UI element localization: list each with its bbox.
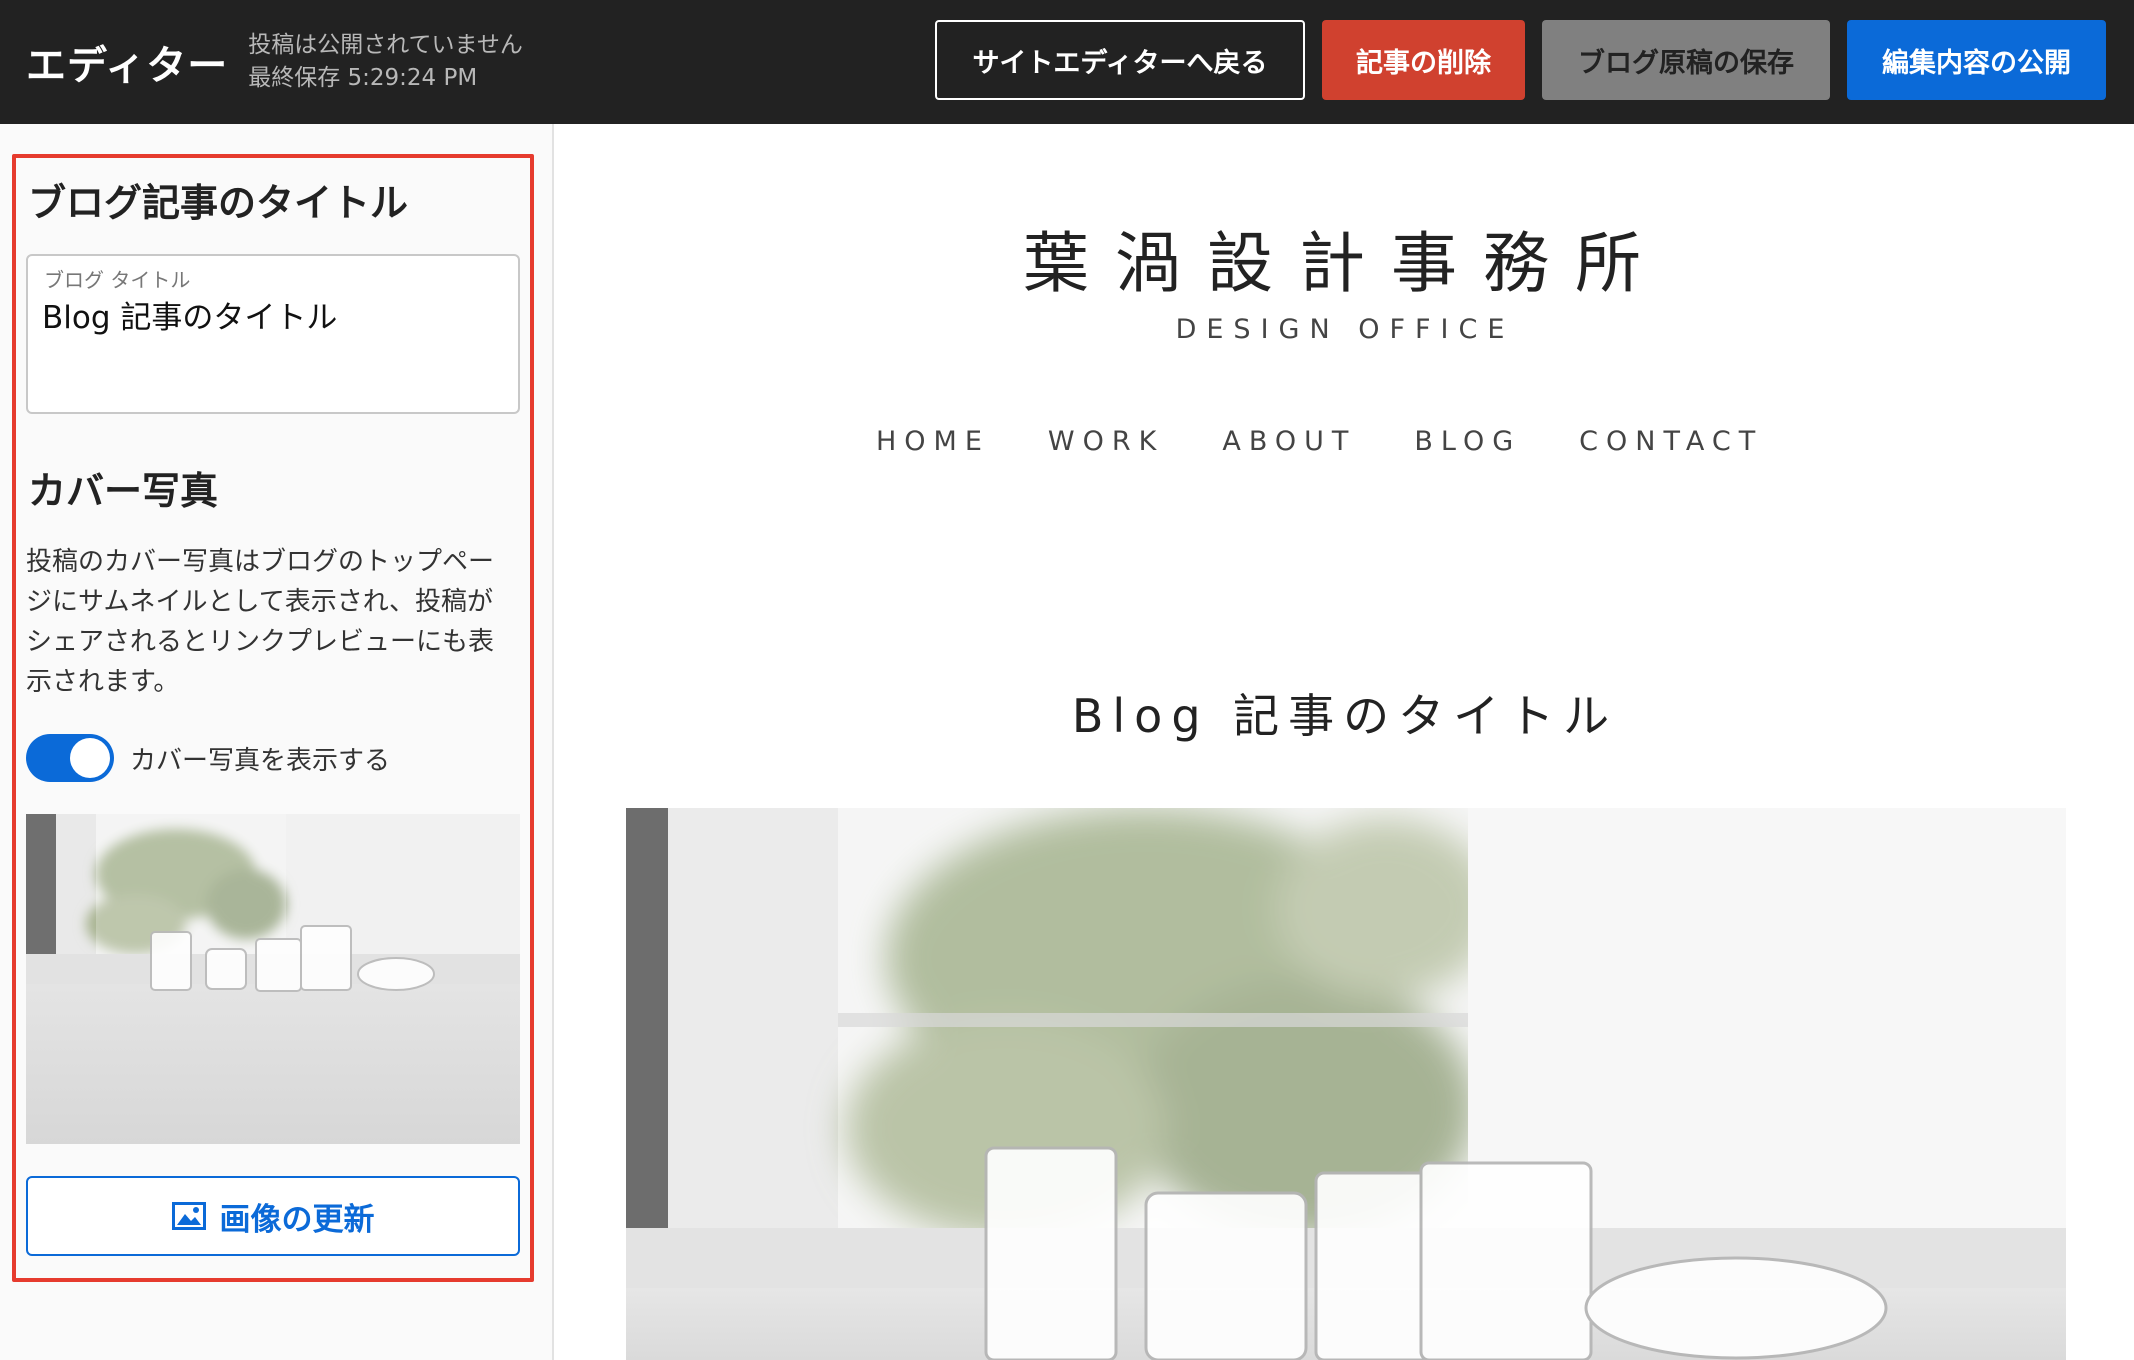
show-cover-toggle[interactable] — [26, 734, 114, 782]
show-cover-label: カバー写真を表示する — [130, 746, 391, 776]
toggle-knob — [70, 738, 110, 778]
nav-item-contact[interactable]: CONTACT — [1579, 426, 1763, 457]
save-draft-button[interactable]: ブログ原稿の保存 — [1542, 20, 1830, 100]
update-image-label: 画像の更新 — [219, 1201, 375, 1238]
cover-image — [626, 808, 2066, 1360]
editor-sidebar: ブログ記事のタイトル ブログ タイトル Blog 記事のタイトル カバー写真 投… — [0, 124, 554, 1360]
app-title: エディター — [26, 43, 229, 89]
nav-item-work[interactable]: WORK — [1048, 426, 1164, 457]
blog-title-field-value[interactable]: Blog 記事のタイトル — [42, 292, 337, 337]
blog-title-input[interactable]: ブログ タイトル Blog 記事のタイトル — [26, 254, 520, 414]
cover-thumbnail — [26, 814, 520, 1144]
publish-button[interactable]: 編集内容の公開 — [1847, 20, 2106, 100]
nav-item-blog[interactable]: BLOG — [1414, 426, 1521, 457]
cover-description: 投稿のカバー写真はブログのトップページにサムネイルとして表示され、投稿がシェアさ… — [26, 547, 495, 697]
save-status: 投稿は公開されていません 最終保存 5:29:24 PM — [248, 29, 523, 95]
site-name: 葉渦設計事務所 — [1023, 225, 1667, 302]
site-preview: 葉渦設計事務所 DESIGN OFFICE HOME WORK ABOUT BL… — [556, 124, 2134, 1360]
blog-title-field-label: ブログ タイトル — [44, 268, 191, 292]
back-to-site-editor-button[interactable]: サイトエディターへ戻る — [935, 20, 1305, 100]
nav-item-about[interactable]: ABOUT — [1222, 426, 1356, 457]
post-title: Blog 記事のタイトル — [1071, 689, 1619, 743]
site-subtitle: DESIGN OFFICE — [1175, 314, 1515, 345]
image-icon — [171, 1202, 206, 1230]
update-image-button[interactable]: 画像の更新 — [26, 1176, 520, 1256]
site-nav: HOME WORK ABOUT BLOG CONTACT — [876, 426, 1763, 457]
editor-topbar: エディター 投稿は公開されていません 最終保存 5:29:24 PM サイトエデ… — [0, 0, 2134, 124]
title-section-heading: ブログ記事のタイトル — [28, 181, 409, 225]
cover-section-heading: カバー写真 — [28, 469, 219, 513]
top-actions: サイトエディターへ戻る 記事の削除 ブログ原稿の保存 編集内容の公開 — [935, 20, 2106, 100]
publish-status: 投稿は公開されていません — [248, 32, 523, 58]
nav-item-home[interactable]: HOME — [876, 426, 990, 457]
delete-post-button[interactable]: 記事の削除 — [1322, 20, 1525, 100]
last-saved-time: 最終保存 5:29:24 PM — [248, 65, 478, 91]
